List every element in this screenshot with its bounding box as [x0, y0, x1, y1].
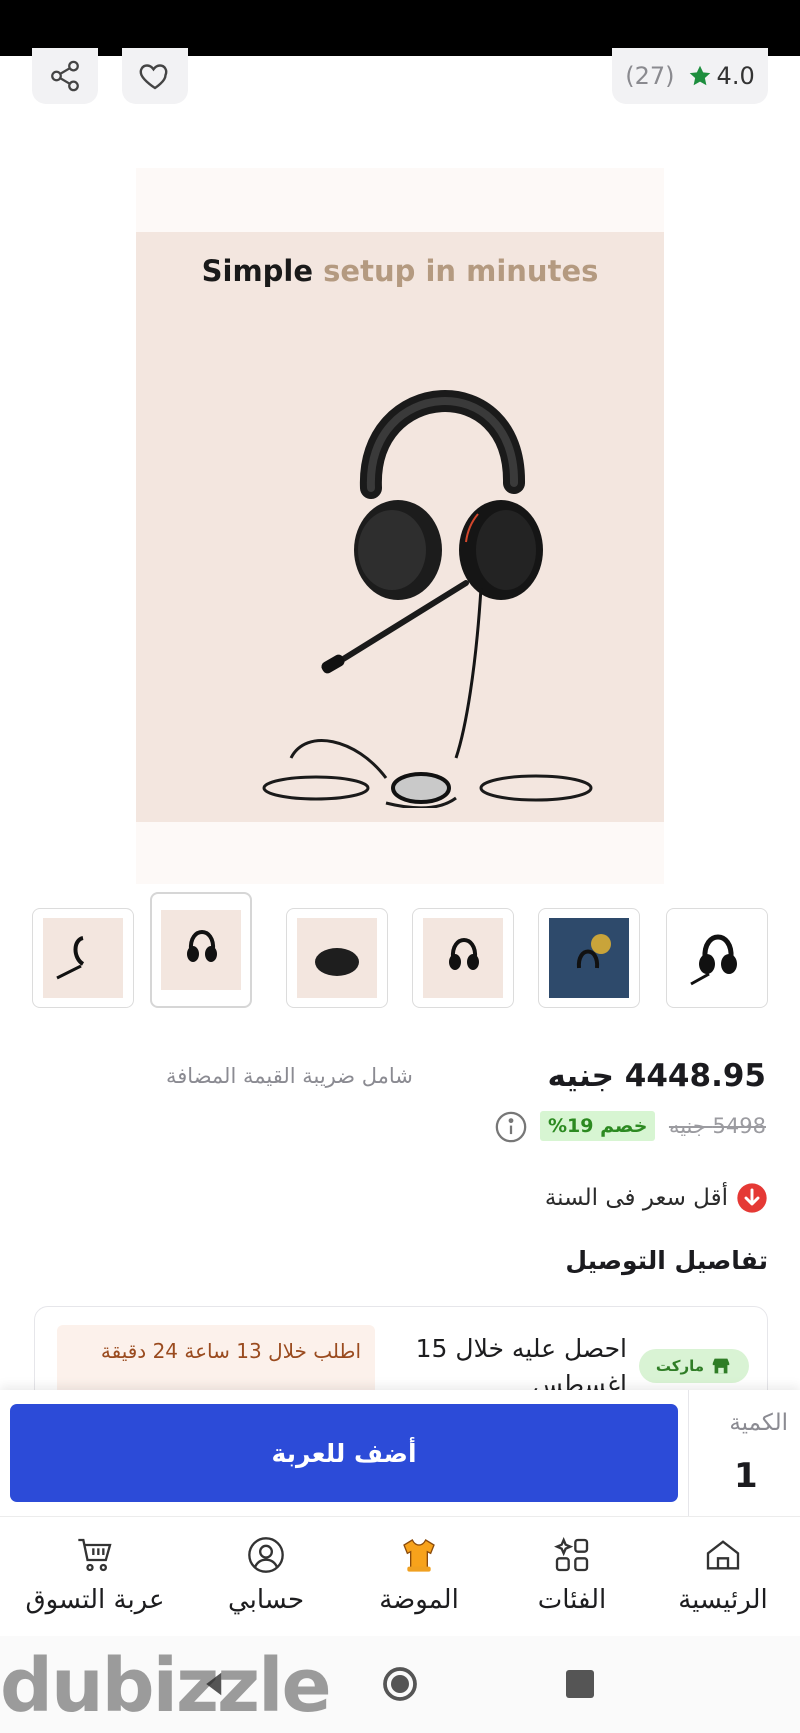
nav-cart[interactable]: عربة التسوق: [20, 1535, 170, 1625]
thumbnail-setup-selected[interactable]: [150, 892, 252, 1008]
arrow-down-icon: [737, 1183, 767, 1213]
share-button[interactable]: [32, 48, 98, 104]
rating-value: 4.0: [716, 62, 755, 90]
info-icon[interactable]: [494, 1110, 528, 1144]
product-main-image[interactable]: Simple setup in minutes: [136, 168, 664, 884]
quantity-value: 1: [734, 1456, 758, 1496]
store-icon: [712, 1358, 730, 1374]
account-icon: [248, 1537, 284, 1573]
vat-note: شامل ضريبة القيمة المضافة: [166, 1064, 413, 1088]
image-thumbnails: [32, 892, 768, 1010]
discount-row: 5498 جنيه خصم 19%: [0, 1108, 800, 1146]
thumbnail-mic[interactable]: [32, 908, 134, 1008]
discount-badge: خصم 19%: [540, 1111, 656, 1141]
nav-categories[interactable]: الفئات: [497, 1535, 647, 1625]
price-row: 4448.95 جنيه شامل ضريبة القيمة المضافة: [0, 1058, 800, 1098]
thumbnail-controller[interactable]: [286, 908, 388, 1008]
quantity-selector[interactable]: الكمية 1: [688, 1390, 800, 1516]
nav-home[interactable]: الرئيسية: [648, 1535, 798, 1625]
wishlist-button[interactable]: [122, 48, 188, 104]
product-top-bar: (27) 4.0: [0, 48, 800, 116]
thumb-headset-icon: [423, 918, 503, 998]
dubizzle-watermark: dubizzle: [0, 1643, 332, 1729]
heart-icon: [139, 64, 168, 90]
rating-pill[interactable]: (27) 4.0: [612, 48, 768, 104]
categories-icon: [554, 1537, 589, 1572]
nav-fashion[interactable]: الموضة: [344, 1535, 494, 1625]
thumb-headset-icon: [43, 918, 123, 998]
nav-fashion-label: الموضة: [379, 1585, 459, 1615]
rating-count: (27): [625, 62, 675, 90]
nav-categories-label: الفئات: [537, 1585, 607, 1615]
market-badge-label: ماركت: [655, 1357, 705, 1375]
thumbnail-award[interactable]: [538, 908, 640, 1008]
current-price: 4448.95 جنيه: [547, 1058, 766, 1094]
thumb-controller-icon: [297, 918, 377, 998]
home-circle-icon[interactable]: [382, 1666, 418, 1702]
bottom-nav: الرئيسية الفئات الموضة حسابي عربة التسوق: [0, 1516, 800, 1636]
home-icon: [706, 1540, 740, 1570]
thumb-award-icon: [549, 918, 629, 998]
lowest-price-note: أقل سعر فى السنة: [545, 1180, 768, 1216]
star-icon: [689, 65, 710, 86]
caption-word-simple: Simple: [201, 254, 314, 288]
add-to-cart-button[interactable]: أضف للعربة: [10, 1404, 678, 1502]
add-to-cart-bar: أضف للعربة الكمية 1: [0, 1390, 800, 1516]
thumbnail-headset[interactable]: [666, 908, 768, 1008]
share-icon: [51, 60, 79, 92]
thumb-headset-icon: [161, 910, 241, 990]
market-badge: ماركت: [639, 1349, 749, 1383]
nav-home-label: الرئيسية: [678, 1585, 768, 1615]
old-price: 5498 جنيه: [668, 1114, 766, 1138]
lowest-price-text: أقل سعر فى السنة: [544, 1185, 728, 1211]
nav-account[interactable]: حسابي: [191, 1535, 341, 1625]
thumb-headset-icon: [677, 918, 757, 998]
nav-account-label: حسابي: [227, 1585, 305, 1615]
nav-cart-label: عربة التسوق: [25, 1585, 165, 1615]
quantity-label: الكمية: [729, 1410, 788, 1436]
recents-icon[interactable]: [566, 1670, 594, 1698]
image-caption: Simple setup in minutes: [136, 254, 664, 288]
fashion-icon: [403, 1539, 435, 1572]
caption-setup: setup in minutes: [323, 254, 599, 288]
headset-illustration: [262, 390, 593, 808]
delivery-details-title: تفاصيل التوصيل: [565, 1246, 768, 1275]
thumbnail-call[interactable]: [412, 908, 514, 1008]
cart-icon: [78, 1538, 112, 1572]
